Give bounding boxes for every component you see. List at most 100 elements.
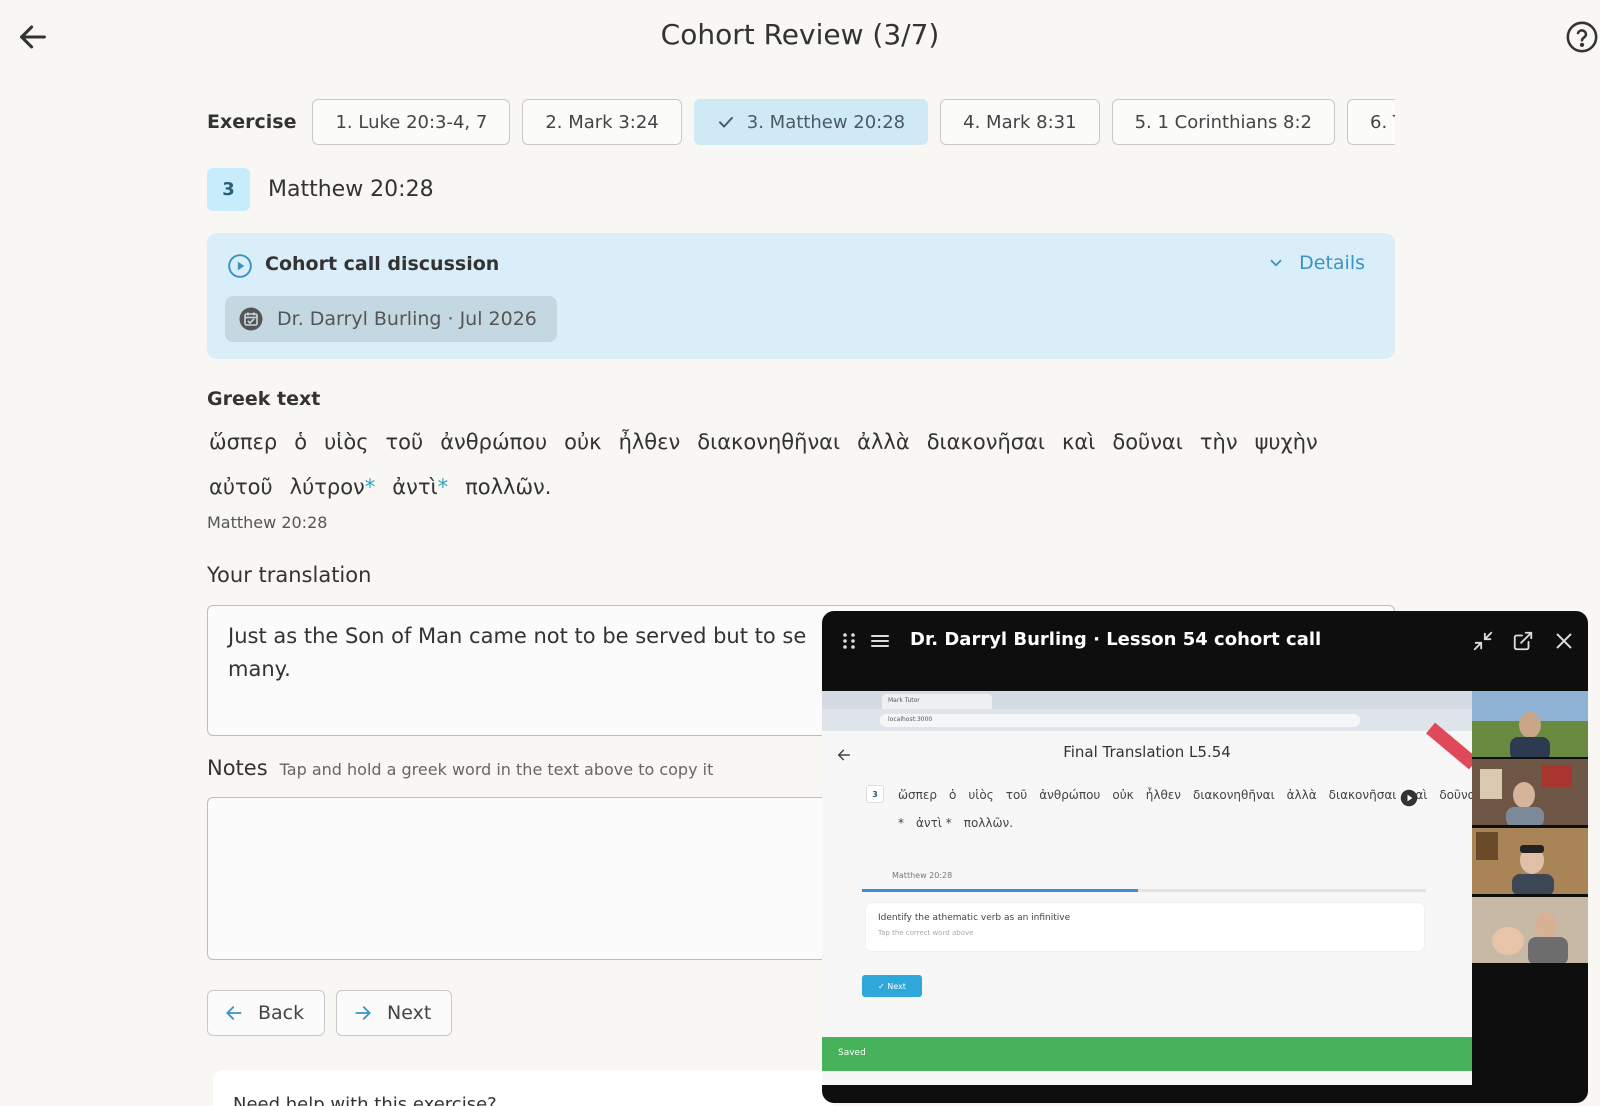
greek-word[interactable]: καὶ <box>1060 420 1097 465</box>
calendar-icon <box>239 307 263 331</box>
greek-word[interactable]: ὁ <box>292 420 309 465</box>
greek-word[interactable]: ψυχὴν <box>1253 420 1320 465</box>
play-circle-icon[interactable] <box>227 253 253 279</box>
greek-word-text: ὥσπερ <box>209 430 278 454</box>
screen-title: Final Translation L5.54 <box>1063 743 1231 761</box>
chapters-list-icon[interactable] <box>870 631 890 651</box>
participant-thumbnail <box>1472 759 1588 825</box>
participant-image <box>1472 759 1588 825</box>
minimize-icon[interactable] <box>1472 630 1494 652</box>
greek-word-text: ψυχὴν <box>1254 430 1318 454</box>
screen-greek-word: ἀνθρώπου <box>1039 788 1101 802</box>
greek-word[interactable]: ὥσπερ <box>207 420 279 465</box>
greek-word[interactable]: αὐτοῦ <box>207 465 275 510</box>
exercise-tab-2[interactable]: 2. Mark 3:24 <box>522 99 682 145</box>
screen-number-badge: 3 <box>866 785 884 803</box>
screen-greek-word: τοῦ <box>1005 788 1028 802</box>
greek-word[interactable]: πολλῶν. <box>463 465 553 510</box>
greek-word[interactable]: τὴν <box>1198 420 1240 465</box>
discussion-title: Cohort call discussion <box>265 253 500 275</box>
call-recording-chip[interactable]: Dr. Darryl Burling · Jul 2026 <box>225 296 557 342</box>
cohort-discussion-panel: Cohort call discussion Details Dr. Darry… <box>207 233 1395 359</box>
drag-handle-icon[interactable] <box>840 631 858 651</box>
exercise-tab-5[interactable]: 5. 1 Corinthians 8:2 <box>1111 99 1336 145</box>
screen-subhint: Tap the correct word above <box>878 929 974 937</box>
participant-thumbnail <box>1472 897 1588 963</box>
help-card[interactable]: Need help with this exercise? <box>213 1070 833 1106</box>
greek-word[interactable]: τοῦ <box>384 420 426 465</box>
participant-thumbnail <box>1472 691 1588 757</box>
video-panel-header: Dr. Darryl Burling · Lesson 54 cohort ca… <box>822 611 1588 671</box>
exercise-tab-4[interactable]: 4. Mark 8:31 <box>940 99 1100 145</box>
browser-url: localhost:3000 <box>880 714 1360 727</box>
translation-label: Your translation <box>207 563 372 587</box>
video-call-panel: Dr. Darryl Burling · Lesson 54 cohort ca… <box>822 611 1588 1103</box>
screen-greek-word: πολλῶν. <box>963 816 1014 830</box>
greek-reference: Matthew 20:28 <box>207 513 328 532</box>
screen-greek-word: οὐκ <box>1112 788 1134 802</box>
screen-greek-word: υἱὸς <box>968 788 994 802</box>
vocab-star: * <box>364 475 376 499</box>
screen-play-icon <box>1400 789 1418 807</box>
arrow-left-icon <box>226 1006 242 1020</box>
chevron-down-icon <box>1270 259 1282 267</box>
greek-text: ὥσπερ ὁ υἱὸς τοῦ ἀνθρώπου οὐκ ἦλθεν διακονηθῆνα… <box>207 420 1397 510</box>
shared-screen-video[interactable]: Mark Tutor localhost:3000 Final Translat… <box>822 691 1472 1085</box>
screen-progress-bar <box>862 889 1426 892</box>
chip-label: Dr. Darryl Burling · Jul 2026 <box>277 308 537 330</box>
exercise-tab-1[interactable]: 1. Luke 20:3-4, 7 <box>312 99 511 145</box>
screen-greek-word: ὁ <box>948 788 957 802</box>
help-icon[interactable] <box>1565 20 1599 54</box>
exercise-tab-3[interactable]: 3. Matthew 20:28 <box>693 99 929 145</box>
participant-thumbnail <box>1472 828 1588 894</box>
screen-next-label: Next <box>887 981 906 991</box>
greek-word[interactable]: ἀνθρώπου <box>438 420 549 465</box>
screen-greek-word: διακονηθῆναι <box>1192 788 1275 802</box>
greek-word[interactable]: υἱὸς <box>322 420 370 465</box>
screen-next-button: ✓ Next <box>862 975 922 997</box>
greek-word[interactable]: ἀλλὰ <box>855 420 912 465</box>
arrow-right-icon <box>355 1006 371 1020</box>
screen-greek-word: δοῦναι <box>1439 788 1472 802</box>
back-label: Back <box>258 1002 305 1024</box>
greek-word[interactable]: ἦλθεν <box>617 420 683 465</box>
open-external-icon[interactable] <box>1512 630 1534 652</box>
video-panel-title: Dr. Darryl Burling · Lesson 54 cohort ca… <box>910 629 1322 650</box>
exercise-tab-6[interactable]: 6. Tob <box>1347 99 1395 145</box>
details-label: Details <box>1299 252 1365 274</box>
exercise-tab-label: 3. Matthew 20:28 <box>746 111 906 133</box>
greek-word-text: δοῦναι <box>1112 430 1183 454</box>
details-toggle[interactable]: Details <box>1267 252 1365 274</box>
exercise-tab-bar: Exercise 1. Luke 20:3-4, 7 2. Mark 3:24 … <box>207 98 1395 146</box>
greek-word-text: υἱὸς <box>324 430 369 454</box>
greek-word[interactable]: λύτρον* <box>288 465 378 510</box>
verse-reference: Matthew 20:28 <box>268 177 434 202</box>
participant-image <box>1472 691 1588 757</box>
greek-word[interactable]: διακονηθῆναι <box>695 420 842 465</box>
translation-line: Just as the Son of Man came not to be se… <box>228 624 807 648</box>
greek-word-text: ἀντὶ <box>392 475 438 499</box>
browser-tab-row: Mark Tutor <box>822 691 1472 709</box>
greek-word[interactable]: διακονῆσαι <box>925 420 1047 465</box>
browser-chrome: Mark Tutor localhost:3000 <box>822 691 1472 731</box>
notes-label: Notes <box>207 756 268 780</box>
notes-hint: Tap and hold a greek word in the text ab… <box>279 760 714 779</box>
close-icon[interactable] <box>1553 630 1575 652</box>
exercise-tab-label: 5. 1 Corinthians 8:2 <box>1134 111 1313 133</box>
back-button[interactable]: Back <box>207 990 325 1036</box>
notes-header: Notes Tap and hold a greek word in the t… <box>207 756 713 780</box>
greek-word-text: ὁ <box>294 430 308 454</box>
greek-word[interactable]: ἀντὶ* <box>390 465 450 510</box>
screen-greek-word: ἀντὶ * <box>916 816 952 830</box>
vocab-star: * <box>437 475 449 499</box>
screen-greek-word: ὥσπερ <box>898 788 937 802</box>
next-button[interactable]: Next <box>336 990 452 1036</box>
greek-word[interactable]: οὐκ <box>562 420 603 465</box>
check-icon <box>718 116 733 128</box>
greek-word-text: αὐτοῦ <box>209 475 273 499</box>
greek-word[interactable]: δοῦναι <box>1110 420 1185 465</box>
greek-word-text: ἀνθρώπου <box>440 430 548 454</box>
screen-greek-word: διακονῆσαι <box>1328 788 1397 802</box>
screen-greek-word: ἀλλὰ <box>1286 788 1317 802</box>
exercise-number-badge: 3 <box>207 168 250 211</box>
